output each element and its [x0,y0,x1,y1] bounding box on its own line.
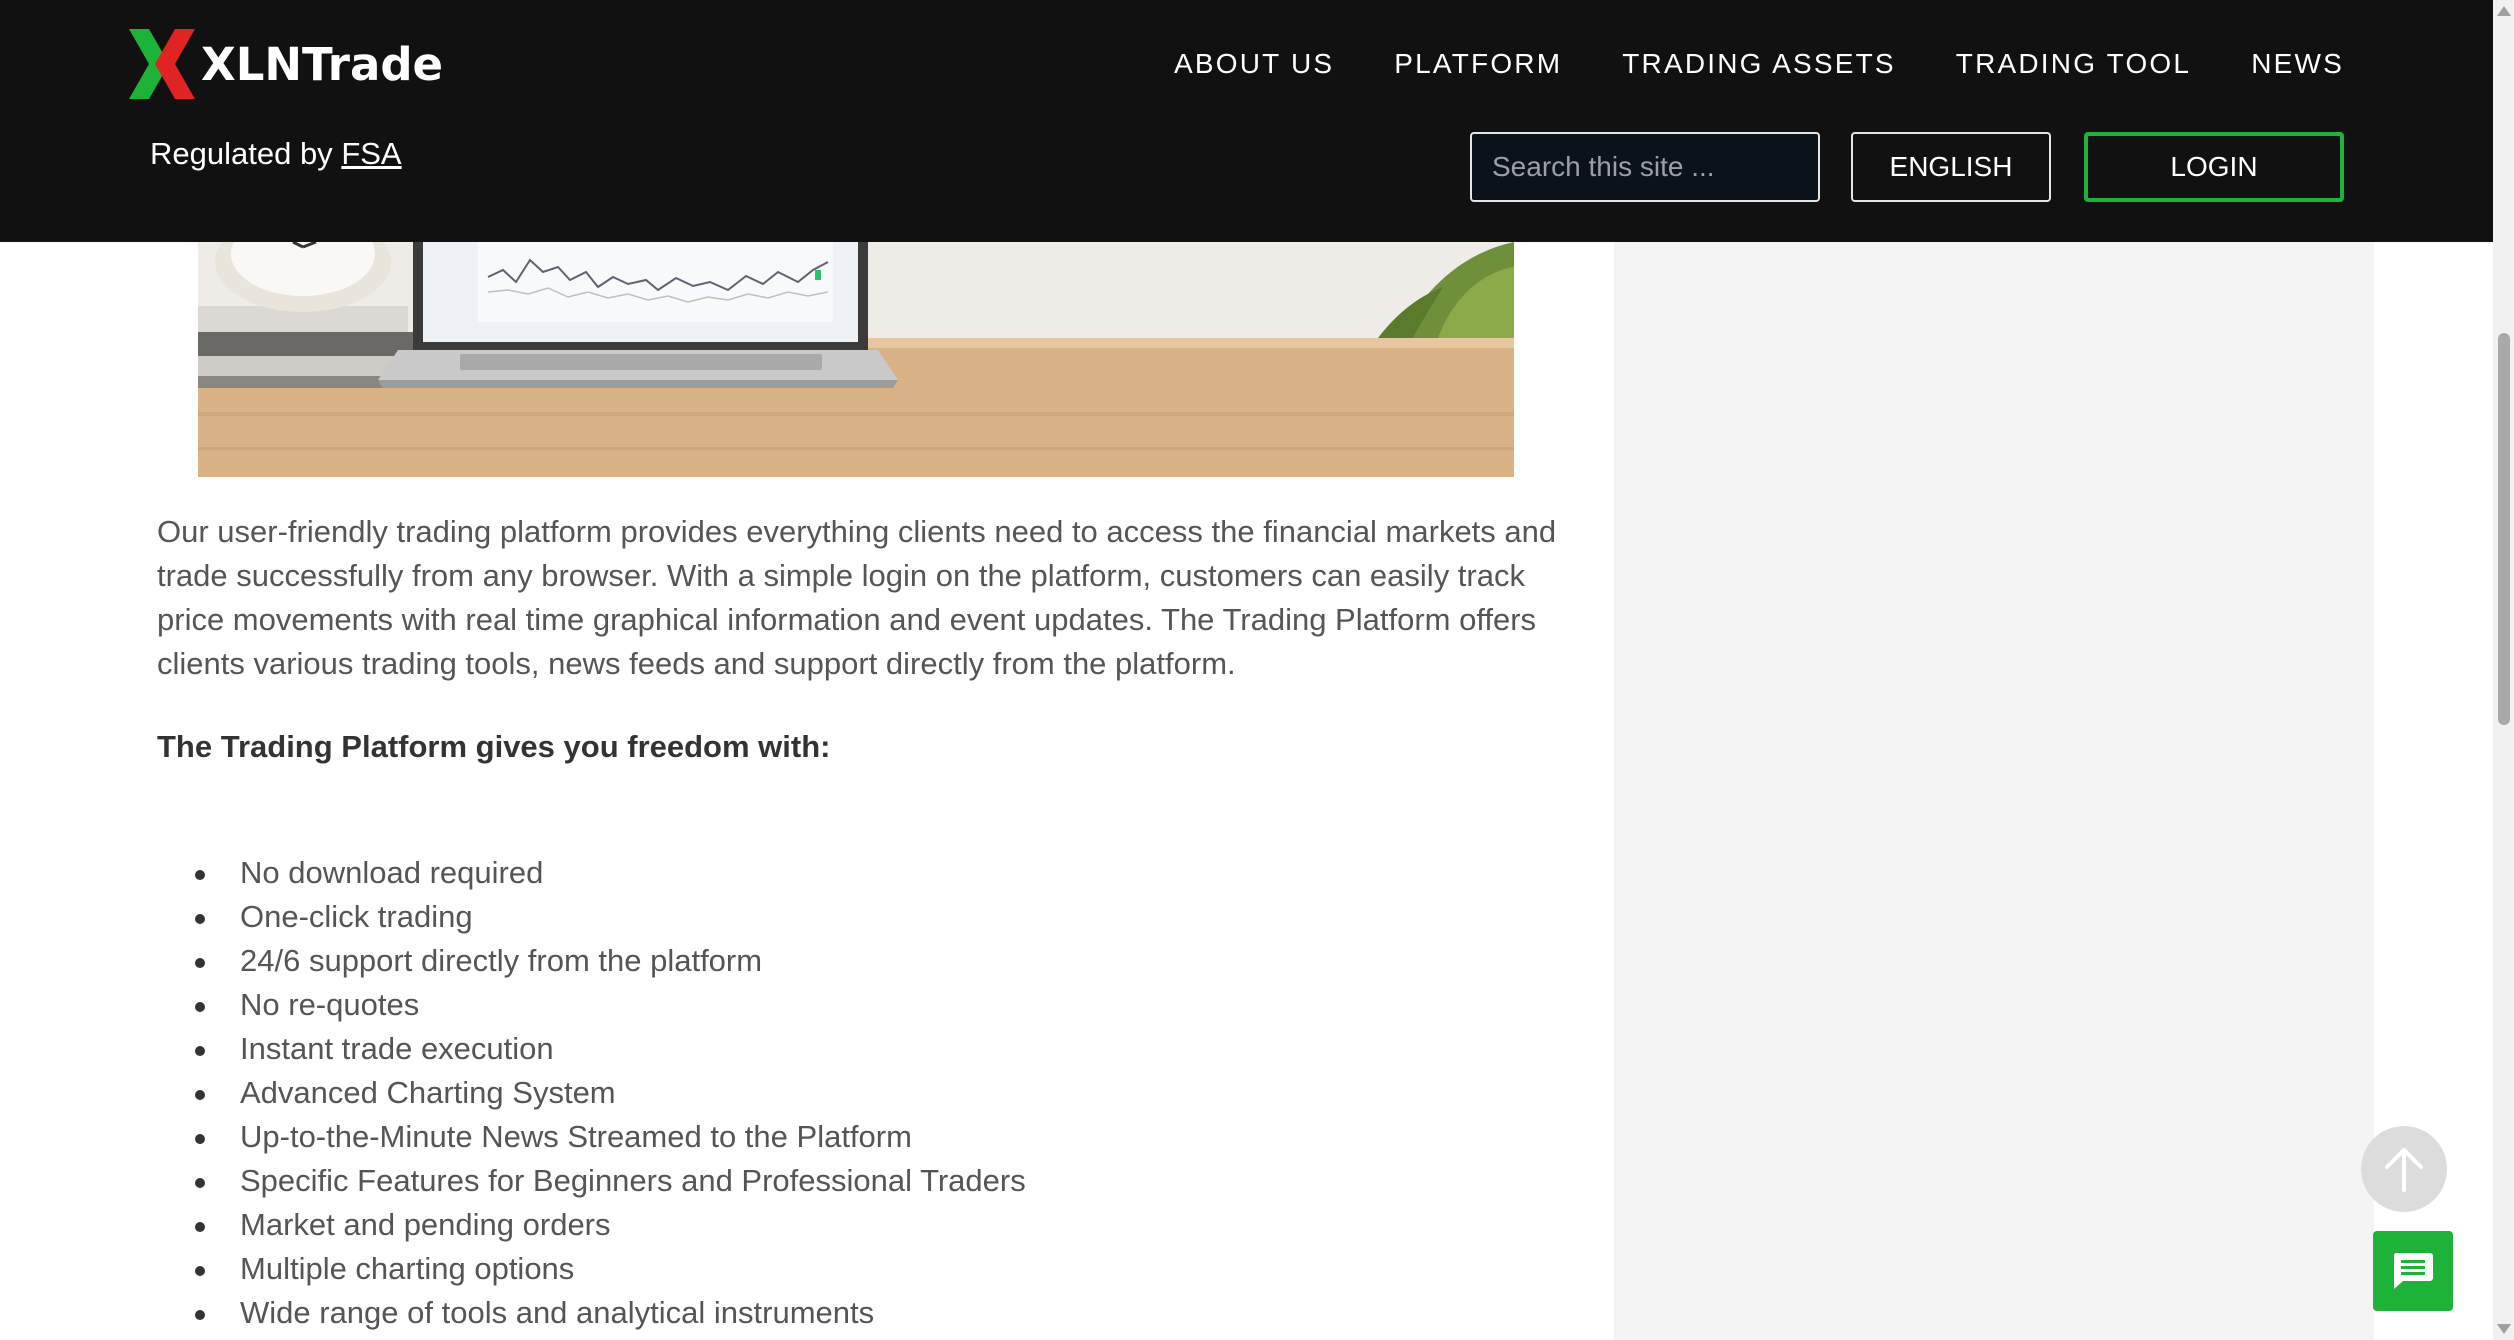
scroll-to-top-button[interactable] [2361,1126,2447,1212]
logo-x-icon [129,29,195,99]
list-item: Multiple charting options [195,1247,1026,1291]
scroll-up-arrow-icon[interactable] [2497,6,2511,16]
main-nav: ABOUT US PLATFORM TRADING ASSETS TRADING… [1114,48,2344,80]
arrow-up-icon [2385,1148,2423,1192]
list-item: Advanced Charting System [195,1071,1026,1115]
nav-trading-tool[interactable]: TRADING TOOL [1956,48,2191,80]
list-item: Market and pending orders [195,1203,1026,1247]
list-item: No download required [195,851,1026,895]
platform-hero-image [198,242,1514,477]
brand-logo[interactable]: XLNTrade [127,26,443,102]
list-item: One-click trading [195,895,1026,939]
login-button[interactable]: LOGIN [2084,132,2344,202]
list-item: Specific Features for Beginners and Prof… [195,1159,1026,1203]
scrollbar-thumb[interactable] [2498,333,2510,725]
features-list: No download required One-click trading 2… [195,851,1026,1335]
page-scrollbar[interactable] [2493,0,2514,1340]
regulation-note: Regulated by FSA [150,136,402,172]
list-item: 24/6 support directly from the platform [195,939,1026,983]
list-item: No re-quotes [195,983,1026,1027]
nav-platform[interactable]: PLATFORM [1394,48,1562,80]
features-heading: The Trading Platform gives you freedom w… [157,729,831,764]
site-header: XLNTrade Regulated by FSA ABOUT US PLATF… [0,0,2493,242]
scroll-down-arrow-icon[interactable] [2497,1324,2511,1334]
search-box [1470,132,1853,202]
chat-icon [2393,1253,2433,1289]
nav-news[interactable]: NEWS [2251,48,2344,80]
list-item: Instant trade execution [195,1027,1026,1071]
nav-trading-assets[interactable]: TRADING ASSETS [1622,48,1896,80]
brand-name: XLNTrade [201,37,444,91]
language-button[interactable]: ENGLISH [1851,132,2051,202]
hero-illustration [198,242,1514,477]
sidebar-panel [1614,242,2374,1340]
fsa-link[interactable]: FSA [341,136,401,171]
nav-about-us[interactable]: ABOUT US [1174,48,1334,80]
regulated-prefix: Regulated by [150,136,342,171]
search-input[interactable] [1492,151,1853,183]
platform-intro-text: Our user-friendly trading platform provi… [157,514,1557,681]
list-item: Up-to-the-Minute News Streamed to the Pl… [195,1115,1026,1159]
list-item: Wide range of tools and analytical instr… [195,1291,1026,1335]
live-chat-button[interactable] [2373,1231,2453,1311]
